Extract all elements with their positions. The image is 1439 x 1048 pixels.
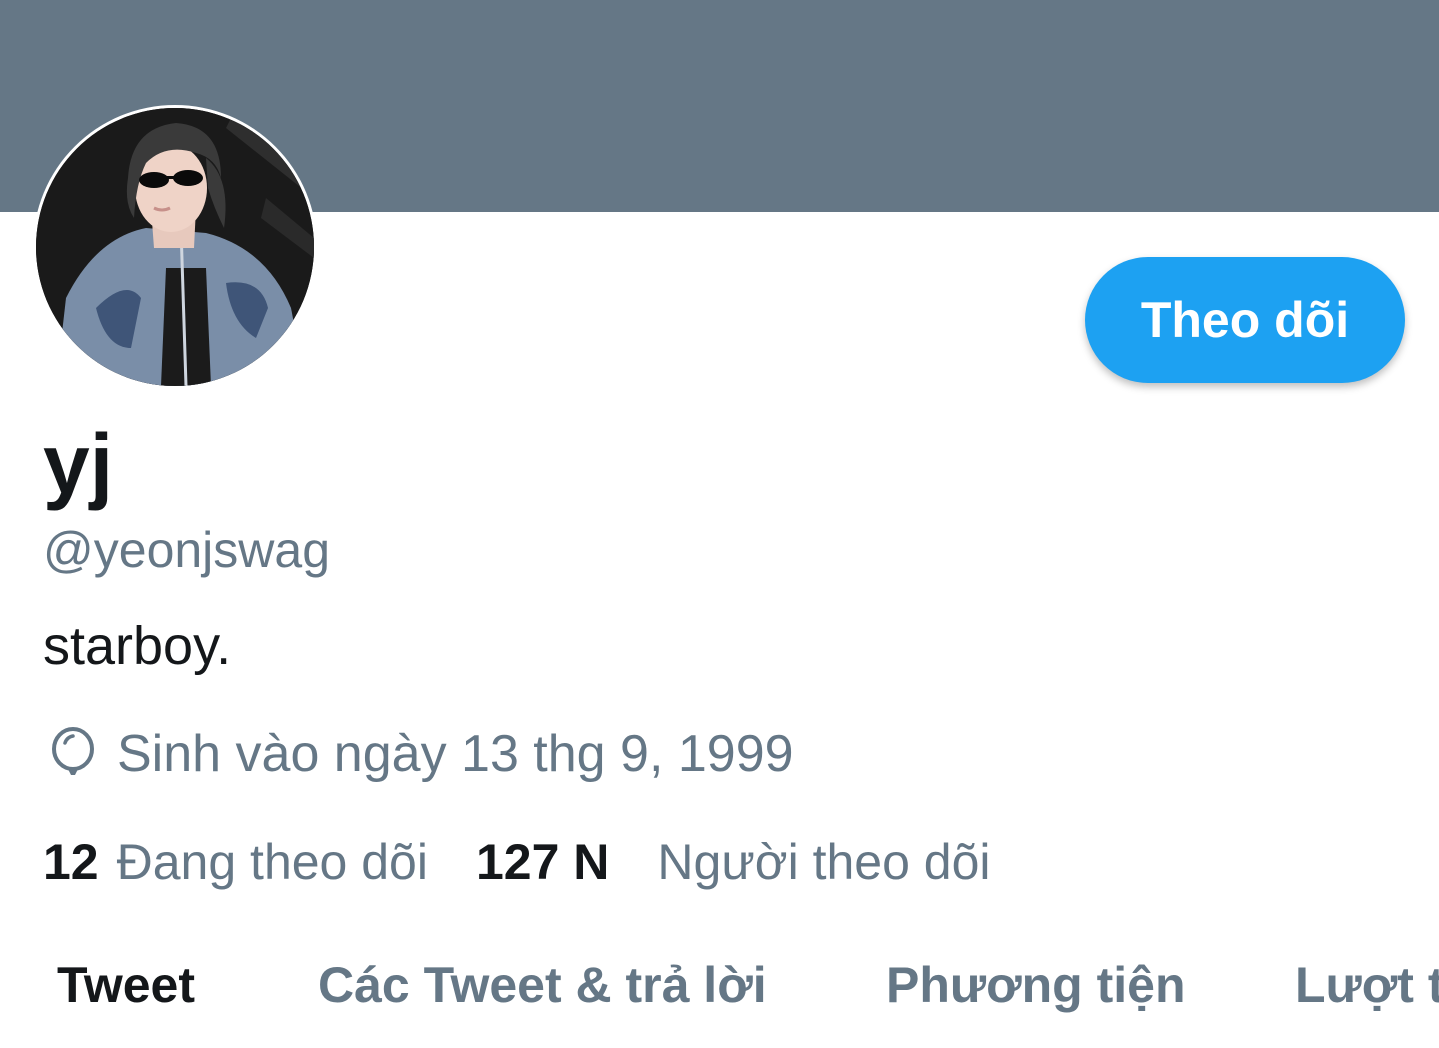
profile-tabs: Tweet Các Tweet & trả lời Phương tiện Lư…	[0, 955, 1439, 1048]
balloon-icon	[43, 725, 103, 785]
follow-button[interactable]: Theo dõi	[1085, 257, 1405, 383]
followers-count[interactable]: 127 N	[476, 832, 609, 892]
birthday-info: Sinh vào ngày 13 thg 9, 1999	[43, 725, 794, 785]
following-label[interactable]: Đang theo dõi	[117, 832, 428, 892]
birthday-text: Sinh vào ngày 13 thg 9, 1999	[117, 725, 794, 784]
display-name: yj	[43, 417, 114, 511]
tab-tweets-and-replies[interactable]: Các Tweet & trả lời	[318, 955, 767, 1015]
following-count[interactable]: 12	[43, 832, 99, 892]
bio: starboy.	[43, 616, 232, 676]
user-handle: @yeonjswag	[43, 522, 331, 578]
profile-page: Theo dõi yj @yeonjswag starboy. Sinh vào…	[0, 0, 1439, 1048]
followers-label[interactable]: Người theo dõi	[657, 832, 990, 892]
tab-media[interactable]: Phương tiện	[886, 955, 1186, 1015]
tab-tweets[interactable]: Tweet	[57, 955, 195, 1015]
avatar-photo	[36, 108, 314, 386]
tab-likes[interactable]: Lượt t	[1295, 955, 1439, 1015]
follow-stats: 12 Đang theo dõi 127 N Người theo dõi	[43, 832, 991, 892]
avatar[interactable]	[33, 105, 317, 389]
